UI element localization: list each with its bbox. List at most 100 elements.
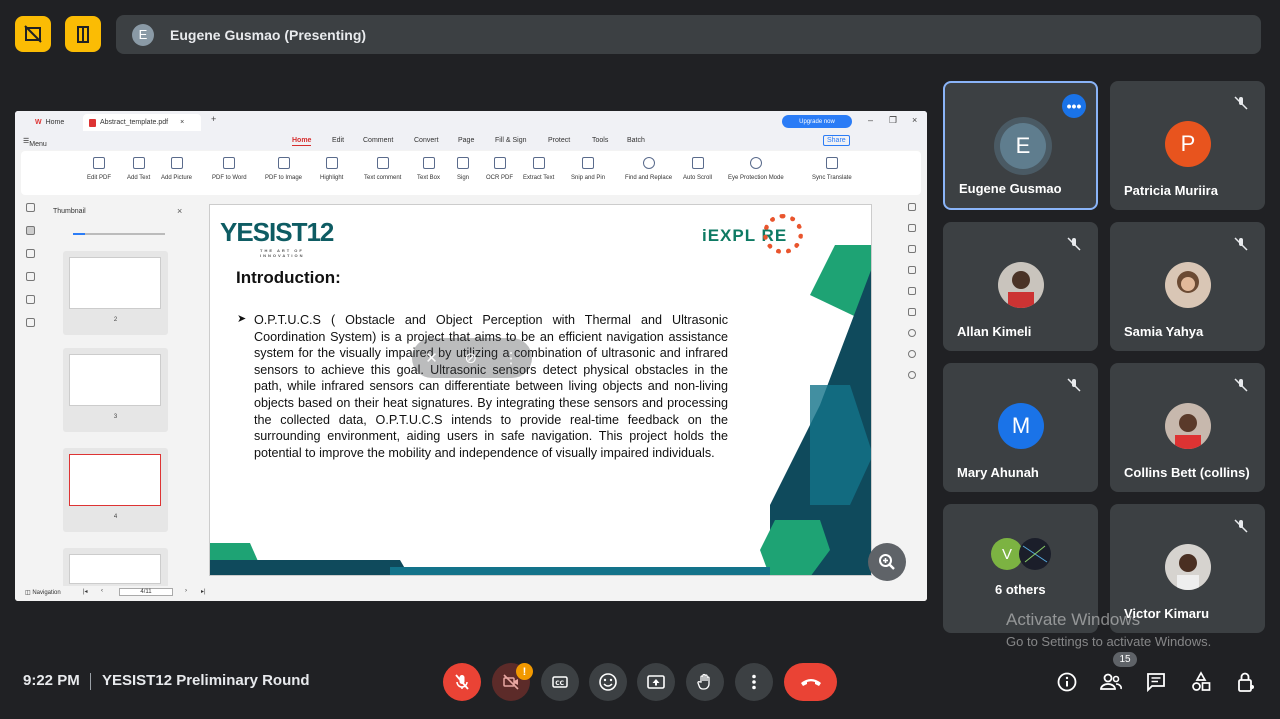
door-button[interactable] bbox=[65, 16, 101, 52]
mic-toggle-button[interactable] bbox=[443, 663, 481, 701]
rail-icon[interactable] bbox=[908, 308, 916, 316]
help-icon[interactable] bbox=[908, 350, 916, 358]
first-page-icon[interactable]: |◂ bbox=[83, 588, 88, 595]
layers-icon[interactable] bbox=[26, 318, 35, 327]
leave-call-button[interactable] bbox=[784, 663, 837, 701]
participant-tile[interactable]: M Mary Ahunah bbox=[943, 363, 1098, 492]
tool-snip-pin[interactable]: Snip and Pin bbox=[571, 157, 605, 181]
new-tab-icon[interactable]: + bbox=[211, 114, 216, 124]
share-button[interactable]: Share bbox=[823, 135, 850, 146]
participant-tile[interactable]: Allan Kimeli bbox=[943, 222, 1098, 351]
participant-tile[interactable]: P Patricia Muriira bbox=[1110, 81, 1265, 210]
participant-tile[interactable]: Collins Bett (collins) bbox=[1110, 363, 1265, 492]
people-button[interactable] bbox=[1098, 669, 1124, 695]
minimize-icon[interactable]: – bbox=[868, 115, 873, 125]
mic-off-icon bbox=[1064, 234, 1084, 254]
activities-button[interactable] bbox=[1188, 669, 1214, 695]
rail-icon[interactable] bbox=[908, 266, 916, 274]
tool-ocr-pdf[interactable]: OCR PDF bbox=[486, 157, 513, 181]
signature-icon[interactable] bbox=[26, 295, 35, 304]
thumbnail-page-5[interactable] bbox=[63, 548, 168, 588]
close-window-icon[interactable]: × bbox=[912, 115, 917, 125]
chat-button[interactable] bbox=[1143, 669, 1169, 695]
tool-auto-scroll[interactable]: Auto Scroll bbox=[683, 157, 712, 181]
tool-find-replace[interactable]: Find and Replace bbox=[625, 157, 672, 181]
tool-text-comment[interactable]: Text comment bbox=[364, 157, 401, 181]
thumbnail-page-3[interactable]: 3 bbox=[63, 348, 168, 432]
tool-label: Add Text bbox=[127, 175, 151, 181]
more-options-button[interactable] bbox=[735, 663, 773, 701]
rail-icon[interactable] bbox=[908, 224, 916, 232]
captions-button[interactable]: CC bbox=[541, 663, 579, 701]
tool-highlight[interactable]: Highlight bbox=[320, 157, 343, 181]
close-thumbnail-icon[interactable]: × bbox=[177, 206, 182, 216]
more-options-icon[interactable]: ••• bbox=[1062, 94, 1086, 118]
tool-add-picture[interactable]: Add Picture bbox=[161, 157, 192, 181]
reactions-button[interactable] bbox=[589, 663, 627, 701]
pin-icon[interactable]: ✕ bbox=[425, 349, 438, 367]
highlight-icon bbox=[325, 157, 338, 169]
layout-toggle-button[interactable] bbox=[15, 16, 51, 52]
more-options-icon[interactable]: ⋮ bbox=[504, 349, 519, 367]
tab-home[interactable]: W Home bbox=[29, 114, 70, 131]
presentation-controls-overlay[interactable]: ✕ ⊘ ⋮ bbox=[412, 338, 532, 378]
thumbnail-icon[interactable] bbox=[26, 226, 35, 235]
next-page-icon[interactable]: › bbox=[185, 588, 187, 594]
tool-pdf-to-image[interactable]: PDF to Image bbox=[265, 157, 302, 181]
menu-tools[interactable]: Tools bbox=[592, 137, 608, 144]
tab-file[interactable]: Abstract_template.pdf × bbox=[83, 114, 201, 131]
participant-tile[interactable]: ••• E Eugene Gusmao bbox=[943, 81, 1098, 210]
tool-sync-translate[interactable]: Sync Translate bbox=[812, 157, 852, 181]
bookmark-icon[interactable] bbox=[26, 203, 35, 212]
edit-pdf-icon bbox=[93, 157, 105, 169]
tool-add-text[interactable]: Add Text bbox=[127, 157, 150, 181]
tool-edit-pdf[interactable]: Edit PDF bbox=[87, 157, 111, 181]
rail-icon[interactable] bbox=[908, 203, 916, 211]
tool-sign[interactable]: Sign bbox=[457, 157, 469, 181]
menu-button[interactable]: ☰ Menu bbox=[23, 137, 47, 148]
rail-icon[interactable] bbox=[908, 245, 916, 253]
maximize-icon[interactable]: ❐ bbox=[889, 115, 897, 126]
thumbnail-page-4[interactable]: 4 bbox=[63, 448, 168, 532]
text-box-icon bbox=[422, 157, 435, 169]
prev-page-icon[interactable]: ‹ bbox=[101, 588, 103, 594]
tool-label: Sign bbox=[457, 175, 470, 181]
settings-icon[interactable] bbox=[908, 371, 916, 379]
participant-tile[interactable]: Samia Yahya bbox=[1110, 222, 1265, 351]
menu-convert[interactable]: Convert bbox=[414, 137, 439, 144]
mic-off-icon bbox=[1231, 516, 1251, 536]
close-icon[interactable]: × bbox=[180, 119, 184, 126]
host-controls-button[interactable] bbox=[1233, 669, 1259, 695]
tool-label: Add Picture bbox=[161, 175, 193, 181]
tool-pdf-to-word[interactable]: PDF to Word bbox=[212, 157, 247, 181]
menu-comment[interactable]: Comment bbox=[363, 137, 393, 144]
tool-extract-text[interactable]: Extract Text bbox=[523, 157, 554, 181]
menu-protect[interactable]: Protect bbox=[548, 137, 570, 144]
last-page-icon[interactable]: ▸| bbox=[201, 588, 206, 595]
pdf-file-icon bbox=[89, 118, 96, 127]
tool-eye-protection[interactable]: Eye Protection Mode bbox=[728, 157, 784, 181]
upgrade-button[interactable]: Upgrade now bbox=[782, 115, 852, 128]
mute-icon[interactable]: ⊘ bbox=[464, 349, 477, 367]
rail-search-icon[interactable] bbox=[908, 329, 916, 337]
page-input[interactable]: 4/11 bbox=[119, 588, 173, 596]
zoom-button[interactable] bbox=[868, 543, 906, 581]
present-button[interactable] bbox=[637, 663, 675, 701]
navigation-toggle[interactable]: ◫ Navigation bbox=[25, 589, 61, 596]
menu-batch[interactable]: Batch bbox=[627, 137, 645, 144]
raise-hand-button[interactable] bbox=[686, 663, 724, 701]
menu-page[interactable]: Page bbox=[458, 137, 474, 144]
thumbnail-zoom-slider[interactable] bbox=[73, 233, 165, 235]
comment-icon[interactable] bbox=[26, 249, 35, 258]
menu-home[interactable]: Home bbox=[292, 137, 312, 146]
thumbnail-page-2[interactable]: 2 bbox=[63, 251, 168, 335]
menu-edit[interactable]: Edit bbox=[332, 137, 344, 144]
tool-label: PDF to Word bbox=[212, 175, 247, 181]
rail-icon[interactable] bbox=[908, 287, 916, 295]
emoji-icon bbox=[599, 673, 617, 691]
meeting-info-button[interactable] bbox=[1054, 669, 1080, 695]
tool-text-box[interactable]: Text Box bbox=[417, 157, 440, 181]
menu-fill-sign[interactable]: Fill & Sign bbox=[495, 137, 527, 144]
attachment-icon[interactable] bbox=[26, 272, 35, 281]
extract-text-icon bbox=[532, 157, 545, 169]
